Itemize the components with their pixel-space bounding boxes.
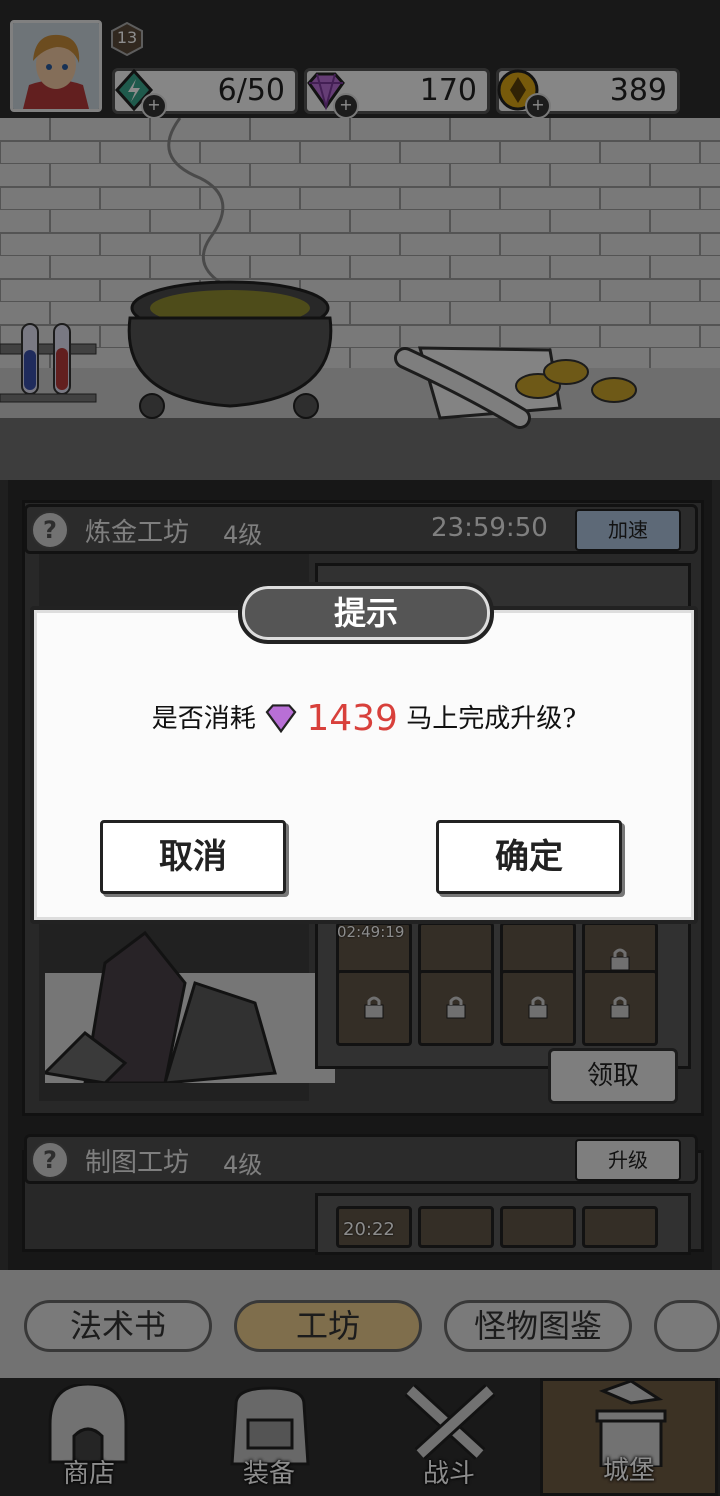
message-prefix: 是否消耗 (151, 704, 256, 734)
dialog-title: 提示 (238, 582, 494, 644)
confirm-button[interactable]: 确定 (436, 820, 622, 894)
cancel-button[interactable]: 取消 (100, 820, 286, 894)
message-suffix: 马上完成升级? (406, 704, 577, 734)
diamond-icon (265, 704, 297, 734)
confirm-dialog: 提示 是否消耗 1439 马上完成升级? 取消 确定 (30, 582, 698, 924)
diamond-cost: 1439 (306, 698, 398, 739)
dialog-message: 是否消耗 1439 马上完成升级? (34, 698, 694, 739)
